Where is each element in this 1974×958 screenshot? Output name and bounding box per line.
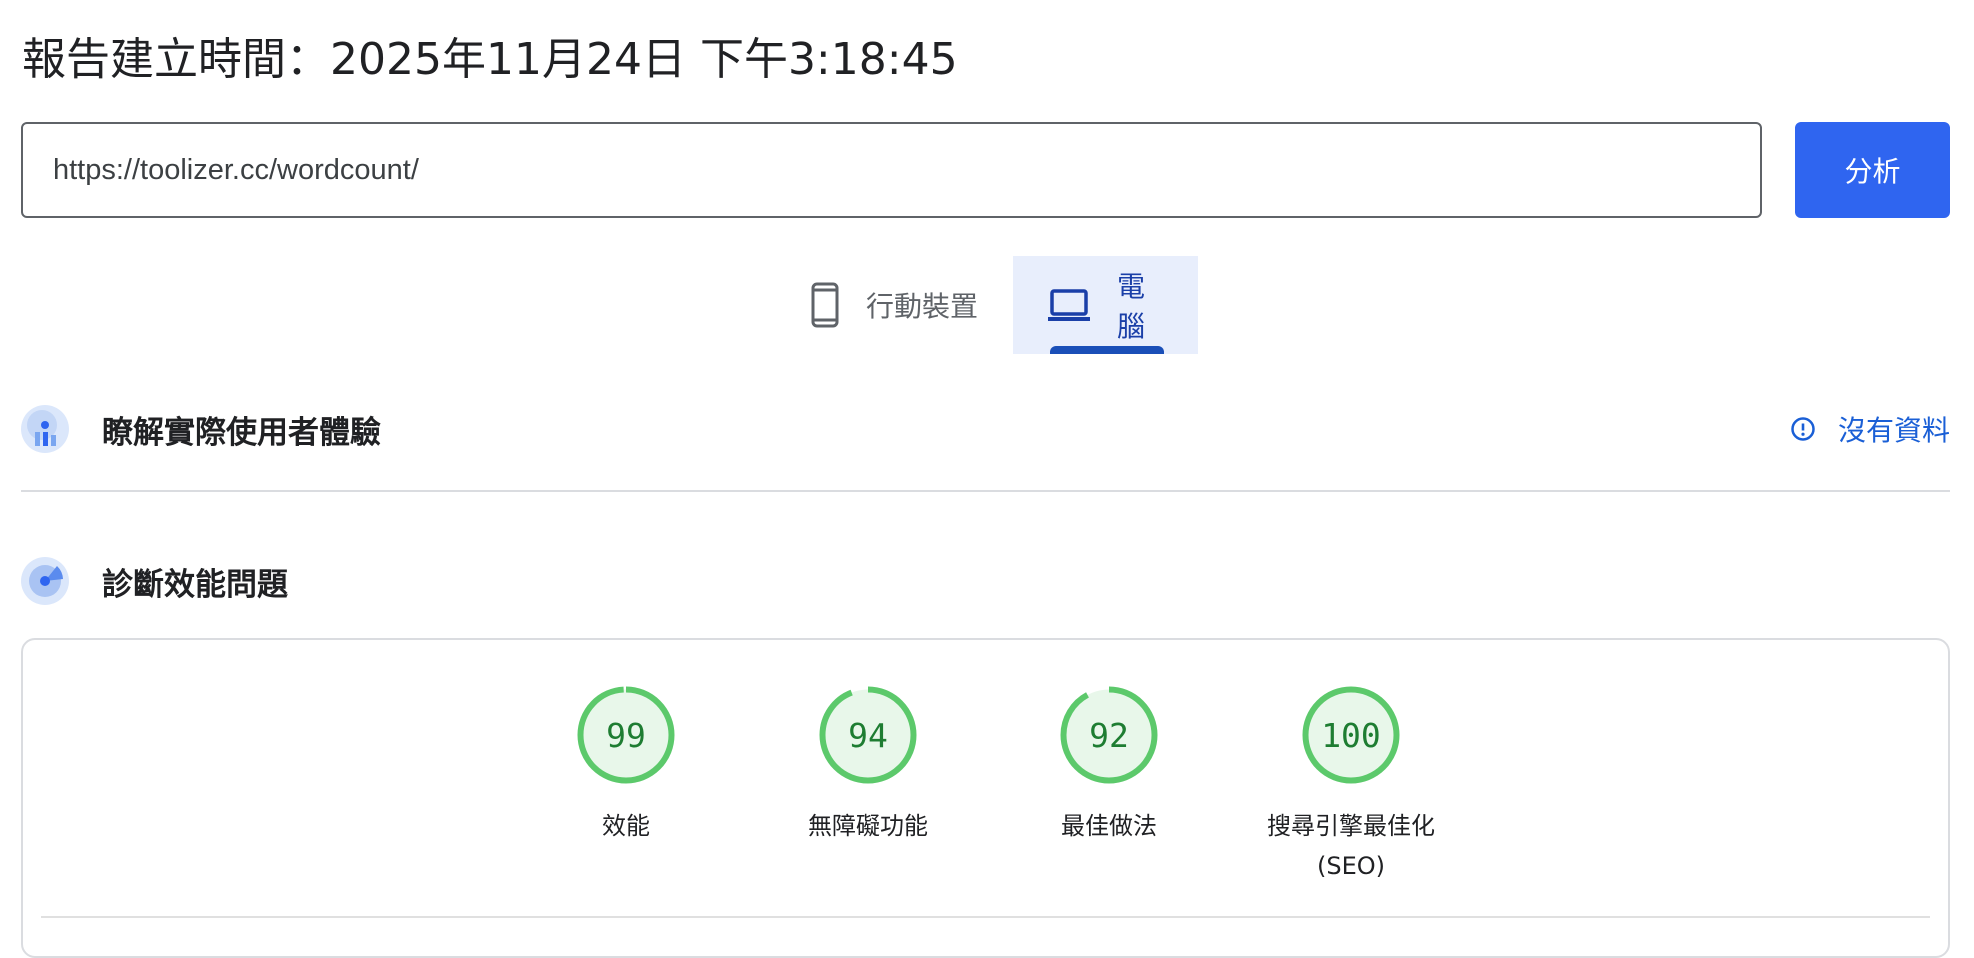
card-divider <box>41 916 1930 918</box>
score-value: 100 <box>1321 715 1381 755</box>
tab-mobile[interactable]: 行動裝置 <box>780 256 1012 354</box>
field-data-title: 瞭解實際使用者體驗 <box>102 414 381 451</box>
score-gauge: 99 <box>577 686 675 784</box>
score-performance[interactable]: 99 效能 <box>516 686 736 846</box>
smartphone-icon <box>810 282 840 328</box>
score-gauge: 94 <box>819 686 917 784</box>
section-divider <box>21 490 1950 492</box>
lab-data-section: 診斷效能問題 <box>21 551 1950 611</box>
score-label: 效能 <box>516 806 736 846</box>
field-data-icon <box>21 405 69 453</box>
score-gauge: 100 <box>1302 686 1400 784</box>
score-label: 無障礙功能 <box>758 806 978 846</box>
tab-desktop-label: 電腦 <box>1117 270 1146 343</box>
score-seo[interactable]: 100 搜尋引擎最佳化 (SEO) <box>1241 686 1461 886</box>
score-label-line1: 搜尋引擎最佳化 <box>1267 812 1435 840</box>
selected-tab-indicator <box>1050 346 1164 354</box>
no-data-label: 沒有資料 <box>1837 414 1950 447</box>
report-time: 報告建立時間：2025年11月24日 下午3:18:45 <box>22 34 958 85</box>
url-input[interactable] <box>21 122 1762 218</box>
score-label-line2: (SEO) <box>1316 852 1385 880</box>
score-label-line1: 效能 <box>602 812 650 840</box>
laptop-icon <box>1047 288 1091 322</box>
field-data-section: 瞭解實際使用者體驗 沒有資料 <box>21 399 1950 459</box>
score-label: 搜尋引擎最佳化 (SEO) <box>1241 806 1461 886</box>
score-label-line1: 最佳做法 <box>1061 812 1157 840</box>
score-value: 92 <box>1089 715 1129 755</box>
score-label: 最佳做法 <box>999 806 1219 846</box>
score-card: 99 效能 94 無障礙功能 92 最佳做法 100 搜尋引擎最佳化 (SEO) <box>21 638 1950 958</box>
analyze-button[interactable]: 分析 <box>1795 122 1950 218</box>
info-icon <box>1790 416 1816 442</box>
score-label-line1: 無障礙功能 <box>808 812 928 840</box>
score-accessibility[interactable]: 94 無障礙功能 <box>758 686 978 846</box>
tab-desktop[interactable]: 電腦 <box>1013 256 1198 354</box>
score-best-practices[interactable]: 92 最佳做法 <box>999 686 1219 846</box>
score-gauge: 92 <box>1060 686 1158 784</box>
lab-data-title: 診斷效能問題 <box>102 566 288 603</box>
score-value: 99 <box>606 715 646 755</box>
tab-mobile-label: 行動裝置 <box>866 290 979 323</box>
no-data-link[interactable]: 沒有資料 <box>1790 409 1950 449</box>
diagnostics-icon <box>21 557 69 605</box>
score-value: 94 <box>848 715 888 755</box>
